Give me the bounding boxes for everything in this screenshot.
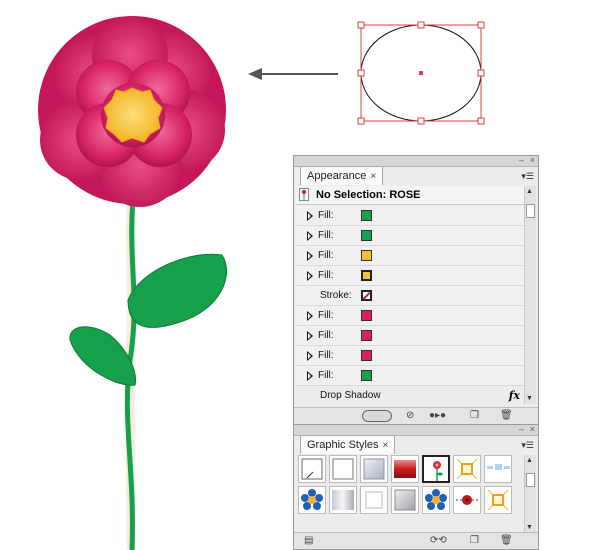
fill-row[interactable]: Fill: — [296, 206, 524, 226]
rose-artwork[interactable] — [32, 10, 232, 550]
panel-menu-icon[interactable]: ▾☰ — [521, 440, 534, 450]
tab-appearance[interactable]: Appearance × — [300, 166, 384, 185]
fill-row[interactable]: Fill: — [296, 246, 524, 266]
close-panel-icon[interactable]: × — [530, 424, 535, 434]
leaf-left — [69, 326, 137, 386]
stroke-row[interactable]: Stroke: — [296, 286, 524, 306]
minimize-icon[interactable]: – — [519, 424, 524, 434]
pointer-arrow — [248, 68, 338, 80]
visibility-toggle-icon[interactable] — [362, 410, 392, 422]
disclosure-triangle-icon[interactable] — [307, 371, 313, 381]
style-swatch-plain-white[interactable] — [329, 455, 357, 483]
drop-shadow-label: Drop Shadow — [320, 390, 381, 401]
tab-label: Graphic Styles — [307, 439, 379, 451]
clear-appearance-icon[interactable]: ⊘ — [406, 410, 414, 422]
appearance-toolbar: ⊘ ●▸● ❐ 🗑 — [294, 407, 538, 424]
disclosure-triangle-icon[interactable] — [307, 211, 313, 221]
fill-swatch[interactable] — [361, 270, 372, 281]
fill-swatch[interactable] — [361, 370, 372, 381]
attribute-label: Fill: — [318, 230, 334, 241]
fill-swatch[interactable] — [361, 230, 372, 241]
scroll-up-icon[interactable]: ▲ — [526, 457, 533, 464]
scroll-thumb[interactable] — [526, 473, 535, 487]
reduce-basic-icon[interactable]: ●▸● — [429, 410, 446, 422]
style-swatch-gray-gradient[interactable] — [329, 486, 357, 514]
disclosure-triangle-icon[interactable] — [307, 351, 313, 361]
attribute-label: Fill: — [318, 310, 334, 321]
disclosure-triangle-icon[interactable] — [307, 231, 313, 241]
duplicate-item-icon[interactable]: ❐ — [470, 410, 479, 422]
disclosure-triangle-icon[interactable] — [307, 271, 313, 281]
panel-menu-icon[interactable]: ▾☰ — [521, 171, 534, 181]
styles-scrollbar[interactable]: ▲ ▼ — [524, 455, 536, 533]
leaf-right — [127, 253, 227, 328]
stroke-swatch[interactable] — [361, 290, 372, 301]
delete-style-icon[interactable]: 🗑 — [500, 535, 513, 547]
attribute-label: Fill: — [318, 350, 334, 361]
tab-close-icon[interactable]: × — [370, 171, 376, 182]
styles-toolbar: ▤ ⟳⟲ ❐ 🗑 — [294, 532, 538, 549]
break-link-icon[interactable]: ⟳⟲ — [430, 535, 447, 547]
attribute-label: Fill: — [318, 370, 334, 381]
fill-row[interactable]: Fill: — [296, 306, 524, 326]
scroll-down-icon[interactable]: ▼ — [526, 524, 533, 531]
style-swatch-white-square[interactable] — [360, 486, 388, 514]
style-swatch-gray-square[interactable] — [391, 486, 419, 514]
fill-row[interactable]: Fill: — [296, 266, 524, 286]
style-swatch-rose-style[interactable] — [422, 455, 450, 483]
style-swatch-blue-flower[interactable] — [298, 486, 326, 514]
appearance-panel: – × Appearance × ▾☰ No Selection: ROSE Fi… — [293, 155, 539, 425]
style-swatch-ladybug[interactable] — [453, 486, 481, 514]
fill-row[interactable]: Fill: — [296, 226, 524, 246]
style-swatch-silver-gradient[interactable] — [360, 455, 388, 483]
style-swatch-orange-burst[interactable] — [453, 455, 481, 483]
disclosure-triangle-icon[interactable] — [307, 331, 313, 341]
style-swatch-red-gloss[interactable] — [391, 455, 419, 483]
fill-swatch[interactable] — [361, 250, 372, 261]
tab-close-icon[interactable]: × — [383, 440, 389, 451]
style-swatch-blue-flower-2[interactable] — [422, 486, 450, 514]
attribute-label: Fill: — [318, 270, 334, 281]
disclosure-triangle-icon[interactable] — [307, 251, 313, 261]
attribute-label: Fill: — [318, 250, 334, 261]
selection-label: No Selection: ROSE — [316, 189, 421, 201]
attribute-label: Fill: — [318, 330, 334, 341]
scroll-thumb[interactable] — [526, 204, 535, 218]
attribute-label: Stroke: — [320, 290, 352, 301]
graphic-styles-panel: – × Graphic Styles × ▾☰ ▲ ▼ ▤ ⟳⟲ ❐ 🗑 — [293, 424, 539, 550]
selected-ellipse[interactable] — [357, 21, 485, 125]
style-swatch-orange-burst-2[interactable] — [484, 486, 512, 514]
appearance-scrollbar[interactable]: ▲ ▼ — [524, 186, 536, 404]
disclosure-triangle-icon[interactable] — [307, 311, 313, 321]
style-libraries-icon[interactable]: ▤ — [304, 535, 313, 547]
scroll-down-icon[interactable]: ▼ — [526, 395, 533, 402]
new-style-icon[interactable]: ❐ — [470, 535, 479, 547]
tab-graphic-styles[interactable]: Graphic Styles × — [300, 435, 396, 454]
center-point — [419, 71, 423, 75]
style-swatch-blue-dashes[interactable] — [484, 455, 512, 483]
fill-row[interactable]: Fill: — [296, 326, 524, 346]
fill-row[interactable]: Fill: — [296, 366, 524, 386]
scroll-up-icon[interactable]: ▲ — [526, 188, 533, 195]
minimize-icon[interactable]: – — [519, 155, 524, 165]
delete-item-icon[interactable]: 🗑 — [500, 410, 513, 422]
attribute-label: Fill: — [318, 210, 334, 221]
rose-thumbnail-icon — [299, 188, 309, 201]
fx-icon[interactable]: fx — [509, 386, 520, 405]
fill-swatch[interactable] — [361, 330, 372, 341]
selection-header: No Selection: ROSE — [296, 186, 524, 205]
fill-swatch[interactable] — [361, 210, 372, 221]
fill-row[interactable]: Fill: — [296, 346, 524, 366]
close-panel-icon[interactable]: × — [530, 155, 535, 165]
style-swatch-default-none[interactable] — [298, 455, 326, 483]
tab-label: Appearance — [307, 170, 367, 182]
fill-swatch[interactable] — [361, 350, 372, 361]
drop-shadow-row[interactable]: Drop Shadow fx — [296, 386, 524, 405]
fill-swatch[interactable] — [361, 310, 372, 321]
